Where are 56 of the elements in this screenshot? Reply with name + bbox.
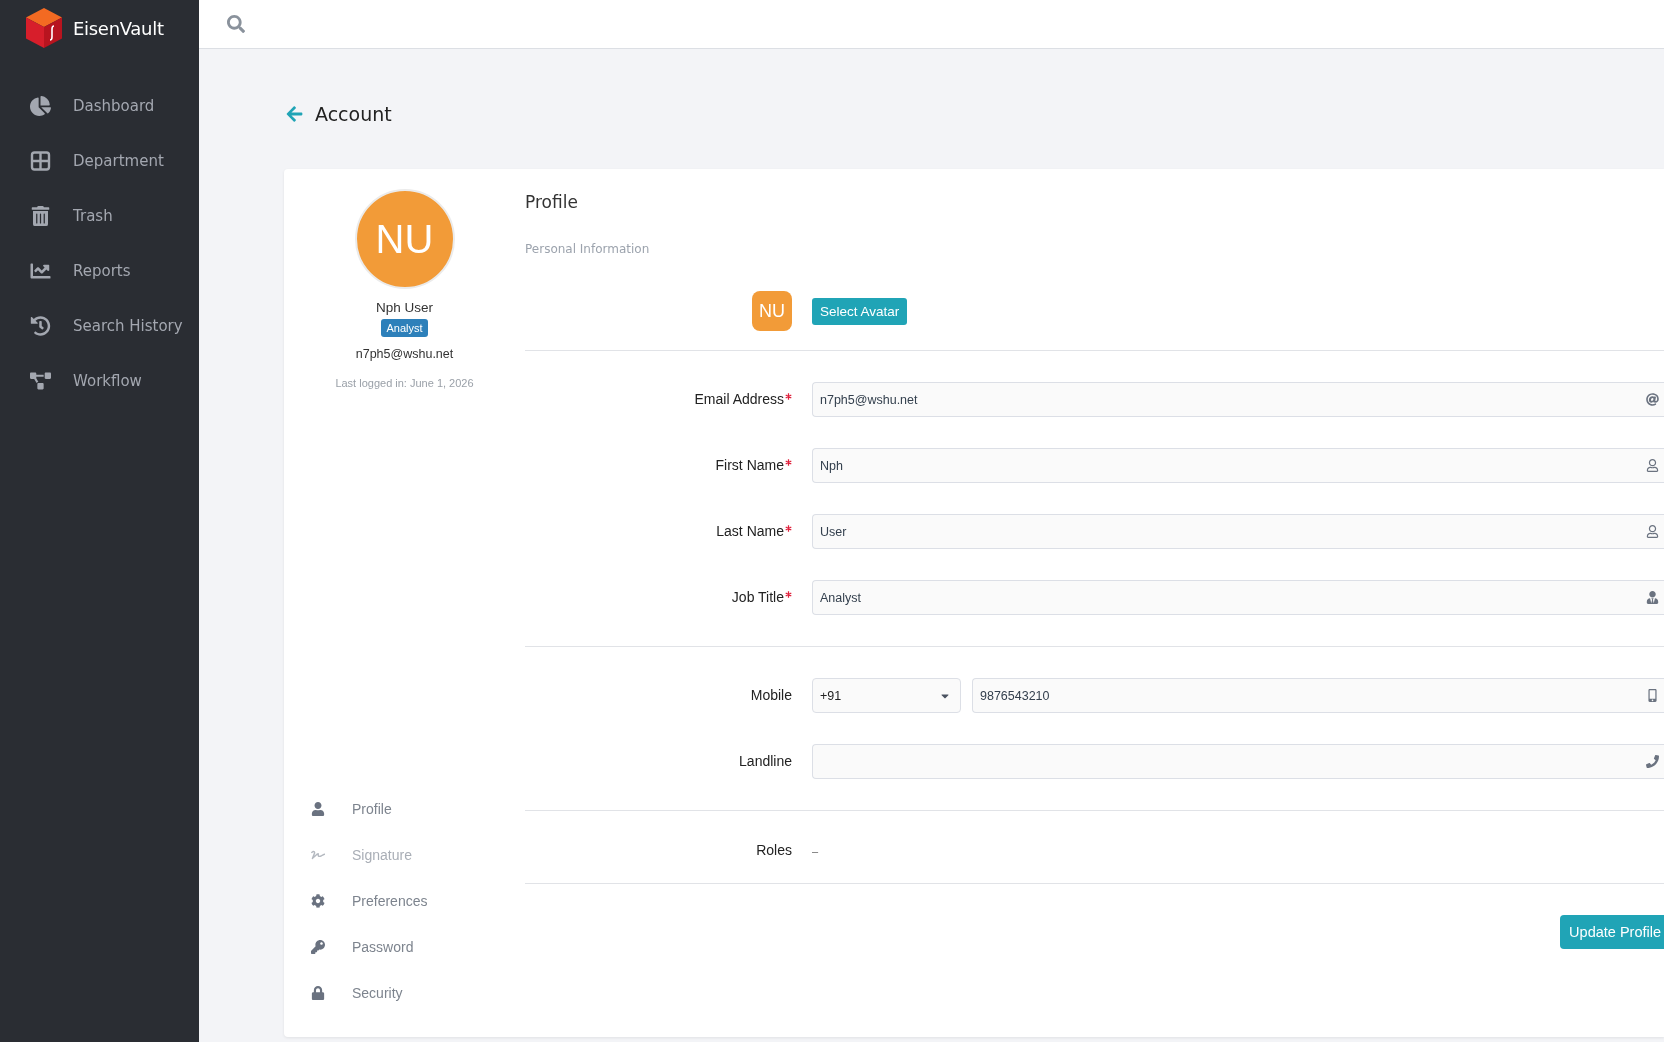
field-label: First Name <box>715 457 784 474</box>
input-field[interactable]: Analyst <box>812 580 1664 615</box>
field-label: Landline <box>739 753 792 770</box>
search-icon[interactable] <box>227 15 245 33</box>
settings-icon <box>311 894 325 908</box>
avatar: NU <box>354 189 455 289</box>
update-profile-button[interactable]: Update Profile <box>1560 915 1664 949</box>
user-name: Nph User <box>376 299 433 316</box>
input-field[interactable]: Nph <box>812 448 1664 483</box>
nav-item[interactable]: Department <box>0 133 199 188</box>
field-label: Last Name <box>716 523 784 540</box>
page-title: Account <box>315 103 392 125</box>
nav-item[interactable]: Dashboard <box>0 78 199 133</box>
field-value: – <box>812 843 819 859</box>
nav-item[interactable]: Reports <box>0 243 199 298</box>
avatar: NU <box>752 291 792 331</box>
user-icon <box>1646 525 1659 538</box>
history-icon <box>30 315 51 336</box>
lock-icon <box>311 986 325 1000</box>
nav-item[interactable]: Workflow <box>0 353 199 408</box>
grid-icon <box>30 150 51 171</box>
user-icon <box>311 802 325 816</box>
signature-icon <box>311 848 325 862</box>
select-avatar-button[interactable]: Select Avatar <box>812 297 908 325</box>
back-arrow-icon[interactable] <box>284 105 305 123</box>
input-field[interactable] <box>812 744 1664 779</box>
input-field[interactable]: 9876543210 <box>972 678 1664 713</box>
key-icon <box>311 940 325 954</box>
last-login-text: Last logged in: June 1, 2026 <box>335 376 474 390</box>
cube-logo-icon <box>23 7 65 49</box>
section-heading: Personal Information <box>525 241 651 257</box>
account-menu-item[interactable]: Security <box>284 970 525 1016</box>
form-title: Profile <box>525 191 579 213</box>
nav-item[interactable]: Search History <box>0 298 199 353</box>
nav-item[interactable]: Trash <box>0 188 199 243</box>
trash-icon <box>30 205 51 226</box>
account-menu-item[interactable]: Password <box>284 924 525 970</box>
field-label: Mobile <box>750 687 792 704</box>
role-badge: Analyst <box>381 319 428 337</box>
account-menu-item[interactable]: Preferences <box>284 878 525 924</box>
field-label: Roles <box>756 842 792 859</box>
pie-chart-icon <box>30 95 51 116</box>
input-field[interactable]: n7ph5@wshu.net <box>812 382 1664 417</box>
input-field[interactable]: User <box>812 514 1664 549</box>
brand-name: EisenVault <box>73 17 164 39</box>
country-code-select[interactable]: +91 <box>812 678 961 713</box>
phone-icon <box>1646 755 1659 768</box>
user-email: n7ph5@wshu.net <box>355 346 454 362</box>
mobile-phone-icon <box>1646 689 1659 702</box>
field-label: Email Address <box>694 391 784 408</box>
diagram-icon <box>30 370 51 391</box>
user-tie-icon <box>1646 591 1659 604</box>
field-label: Job Title <box>731 589 784 606</box>
at-sign-icon <box>1646 393 1659 406</box>
user-icon <box>1646 459 1659 472</box>
account-menu-item[interactable]: Profile <box>284 786 525 832</box>
